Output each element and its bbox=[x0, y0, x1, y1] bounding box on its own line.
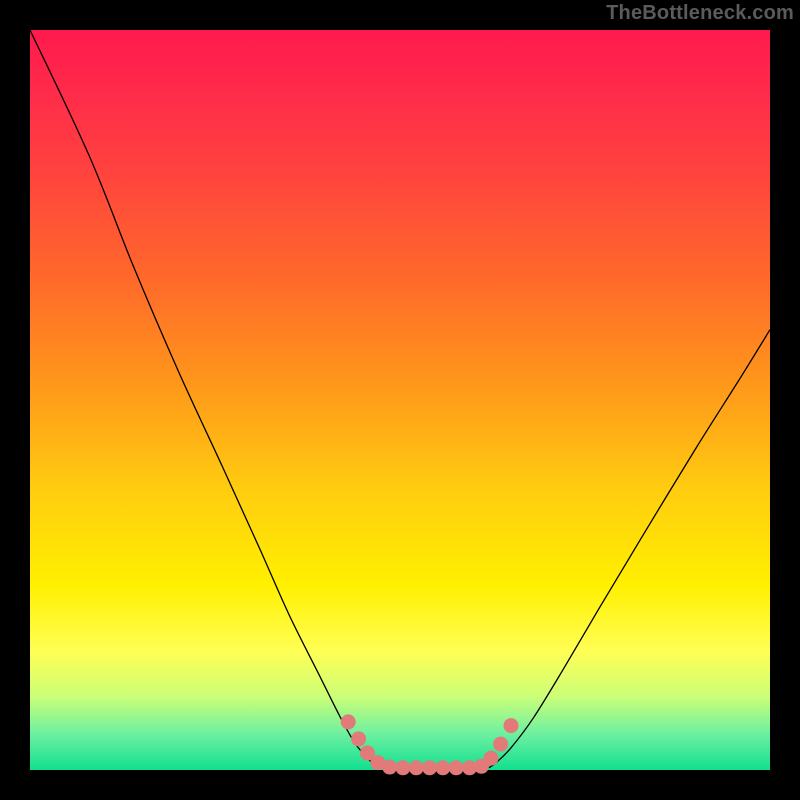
marker-dot bbox=[352, 732, 366, 746]
marker-dot bbox=[449, 761, 463, 775]
marker-dot bbox=[423, 761, 437, 775]
marker-dot bbox=[383, 760, 397, 774]
marker-dot bbox=[484, 751, 498, 765]
marker-dot bbox=[341, 715, 355, 729]
chart-frame: TheBottleneck.com bbox=[0, 0, 800, 800]
plot-area bbox=[30, 30, 770, 770]
marker-dot bbox=[436, 761, 450, 775]
curve-layer bbox=[30, 30, 770, 770]
branding-watermark: TheBottleneck.com bbox=[606, 2, 794, 25]
bottleneck-curve-left bbox=[30, 30, 378, 768]
marker-dot bbox=[504, 719, 518, 733]
bottleneck-curve-right bbox=[489, 330, 770, 768]
marker-dot bbox=[409, 761, 423, 775]
marker-dot bbox=[494, 737, 508, 751]
marker-dot bbox=[396, 761, 410, 775]
